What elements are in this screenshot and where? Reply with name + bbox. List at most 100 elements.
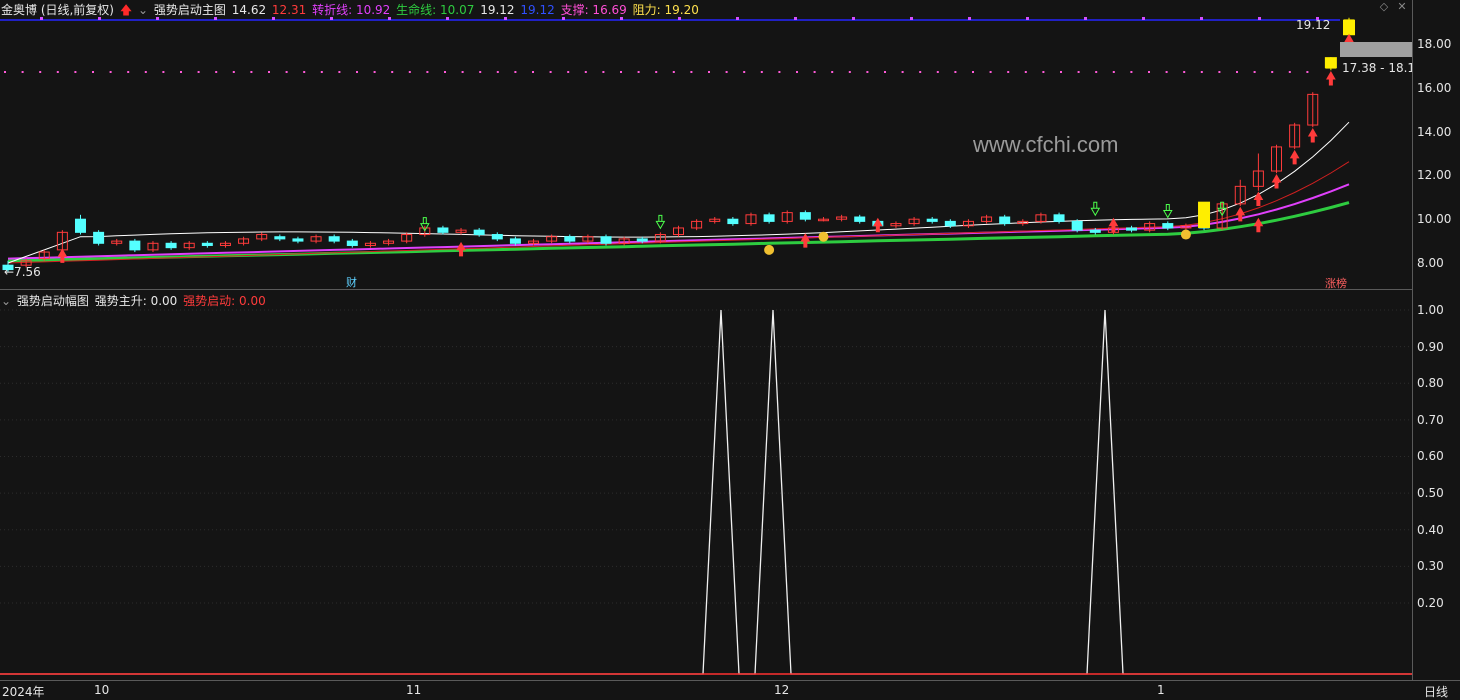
support-dot bbox=[215, 71, 218, 73]
support-dot bbox=[4, 71, 6, 73]
candle-body bbox=[74, 218, 86, 233]
support-dot bbox=[778, 71, 781, 73]
time-axis[interactable] bbox=[0, 680, 1460, 699]
low-price-label: ←7.56 bbox=[4, 265, 41, 279]
ma-red bbox=[7, 161, 1350, 264]
x-label-oct: 10 bbox=[94, 683, 110, 697]
resist-dot bbox=[968, 17, 971, 20]
resist-dot bbox=[40, 17, 43, 20]
buy-arrow-icon bbox=[1253, 217, 1264, 233]
support-dot bbox=[884, 71, 886, 73]
support-dot bbox=[549, 71, 552, 73]
candle-body bbox=[1126, 227, 1138, 231]
support-dot bbox=[1218, 71, 1221, 73]
strong-up-line bbox=[0, 309, 1412, 675]
range-label: 17.38 - 18.18 bbox=[1342, 61, 1412, 75]
support-dot bbox=[672, 71, 675, 73]
support-dot bbox=[743, 71, 746, 73]
buy-arrow-icon bbox=[800, 233, 811, 248]
x-label-nov: 11 bbox=[406, 683, 422, 697]
support-dot bbox=[866, 71, 869, 73]
moving-averages bbox=[7, 121, 1350, 264]
support-dot bbox=[1095, 71, 1098, 73]
support-dot bbox=[356, 71, 358, 73]
support-dot bbox=[426, 71, 429, 73]
price-tick: 14.00 bbox=[1417, 124, 1452, 139]
resist-dot bbox=[156, 17, 159, 20]
support-dot bbox=[796, 71, 798, 73]
support-dot bbox=[373, 71, 376, 73]
support-dot bbox=[954, 71, 957, 73]
support-dot bbox=[250, 71, 253, 73]
turn-line bbox=[7, 183, 1350, 260]
buy-arrow-icon bbox=[1253, 191, 1264, 206]
sell-arrow-icon bbox=[1090, 201, 1101, 217]
candle-body bbox=[854, 216, 866, 222]
support-dot bbox=[901, 71, 904, 73]
candle-body bbox=[926, 218, 938, 222]
ratio-tick: 0.50 bbox=[1417, 486, 1444, 501]
support-dot bbox=[1077, 71, 1080, 73]
support-dot bbox=[602, 71, 605, 73]
support-dot bbox=[532, 71, 534, 73]
candle-body bbox=[274, 236, 286, 240]
candle-body bbox=[473, 229, 485, 236]
support-dot bbox=[1306, 71, 1309, 73]
support-dot bbox=[1130, 71, 1133, 73]
ratio-tick: 1.00 bbox=[1417, 303, 1444, 317]
x-label-jan: 1 bbox=[1157, 683, 1165, 697]
support-dot bbox=[848, 71, 851, 73]
support-dot bbox=[1200, 71, 1203, 73]
support-dot bbox=[232, 71, 235, 73]
candle-body bbox=[129, 240, 141, 251]
support-dot bbox=[708, 71, 710, 73]
price-tick: 8.00 bbox=[1417, 256, 1444, 270]
period-label[interactable]: 日线 bbox=[1424, 683, 1448, 700]
money-bag-icon bbox=[1180, 229, 1191, 240]
resist-dot bbox=[272, 17, 275, 20]
resist-dot bbox=[1142, 17, 1145, 20]
support-dot bbox=[1042, 71, 1045, 73]
price-tick: 12.00 bbox=[1417, 168, 1452, 183]
high-price-label: 19.12 bbox=[1296, 18, 1330, 32]
resist-dot bbox=[1200, 17, 1203, 20]
buy-arrow-icon bbox=[456, 241, 466, 257]
zhangting-marker: 涨榜 bbox=[1325, 276, 1347, 289]
candle-body bbox=[999, 216, 1011, 225]
support-dot bbox=[1271, 71, 1274, 73]
support-dot bbox=[180, 71, 182, 73]
candle-body bbox=[509, 238, 521, 244]
support-dot bbox=[444, 71, 446, 73]
support-dot bbox=[1007, 71, 1010, 73]
support-dot bbox=[39, 71, 42, 73]
candle-body bbox=[1071, 220, 1083, 231]
x-label-dec: 12 bbox=[774, 683, 790, 697]
support-dot bbox=[144, 71, 147, 73]
candle-body bbox=[944, 220, 956, 227]
x-label-year: 2024年 bbox=[2, 685, 45, 699]
resist-dot bbox=[1258, 17, 1261, 20]
support-dot bbox=[268, 71, 270, 73]
ratio-tick: 0.40 bbox=[1417, 522, 1444, 537]
candle-body bbox=[564, 236, 576, 242]
support-dot bbox=[320, 71, 323, 73]
support-dot bbox=[760, 71, 763, 73]
support-dot bbox=[514, 71, 517, 73]
watermark: www.cfchi.com bbox=[972, 132, 1118, 157]
ratio-tick: 0.70 bbox=[1417, 412, 1444, 427]
sell-arrow-icon bbox=[1162, 203, 1173, 219]
support-dot bbox=[936, 71, 939, 73]
candle-body bbox=[328, 236, 340, 242]
ratio-tick: 0.80 bbox=[1417, 376, 1444, 391]
ratio-tick: 0.30 bbox=[1417, 559, 1444, 574]
support-dot bbox=[1060, 71, 1062, 73]
buy-arrow-icon bbox=[1326, 71, 1336, 86]
candle-body bbox=[93, 231, 105, 244]
buy-arrow-icon bbox=[1271, 173, 1282, 189]
support-dot bbox=[831, 71, 834, 73]
support-dot bbox=[919, 71, 922, 73]
support-dot bbox=[391, 71, 394, 73]
support-dot bbox=[74, 71, 77, 73]
support-dot bbox=[725, 71, 728, 73]
candle-body bbox=[346, 240, 358, 246]
